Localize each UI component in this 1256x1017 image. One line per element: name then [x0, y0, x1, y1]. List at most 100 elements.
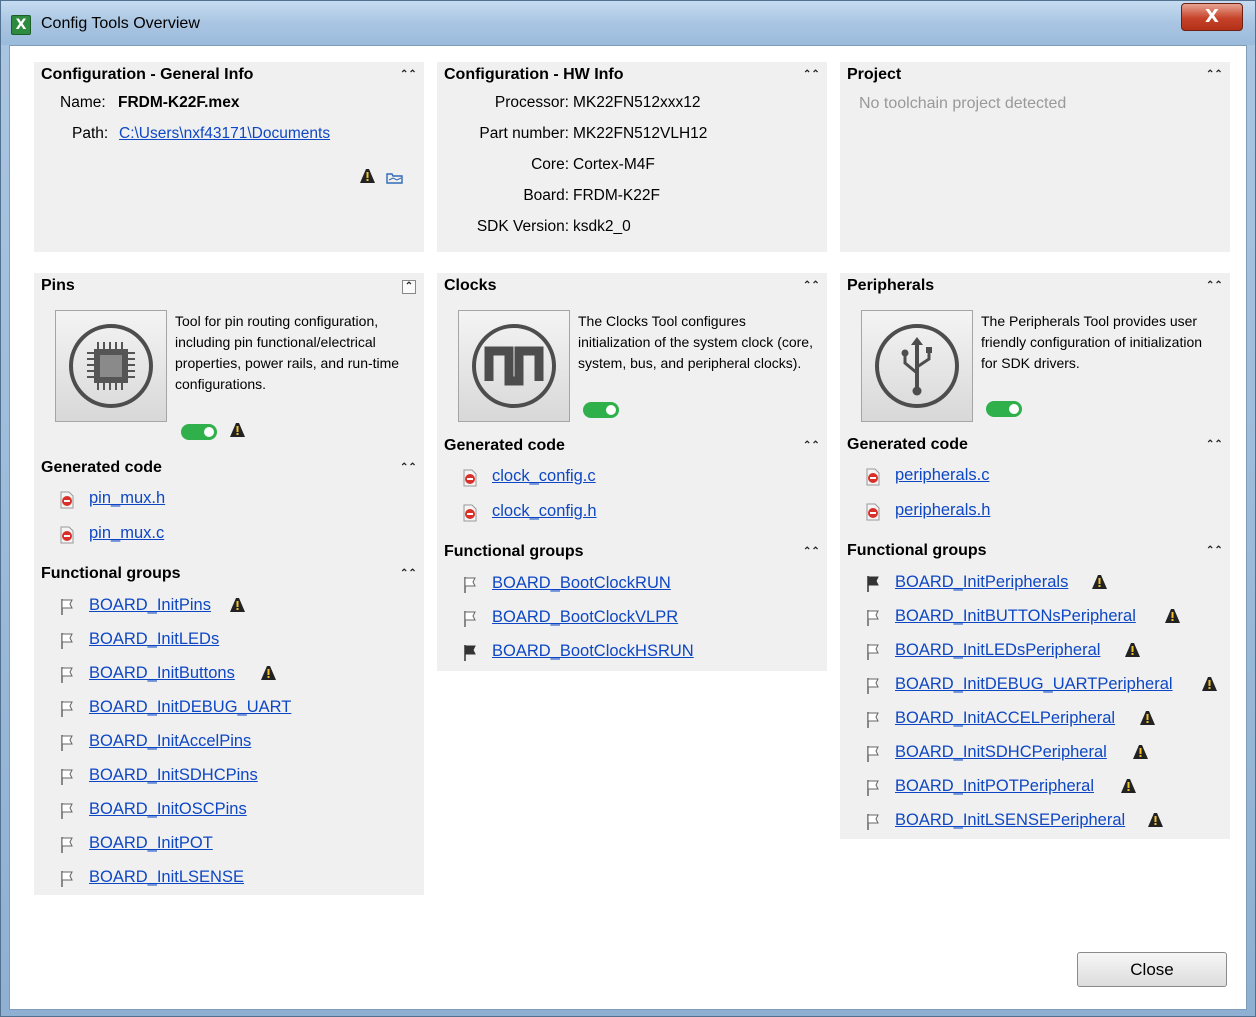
hw-info-panel: Configuration - HW Info ⌃⌃ Processor: MK2…	[437, 62, 827, 252]
file-link[interactable]: peripherals.c	[895, 466, 989, 485]
collapse-icon[interactable]: ⌃	[402, 280, 416, 294]
path-link[interactable]: C:\Users\nxf43171\Documents	[119, 125, 330, 143]
file-link[interactable]: pin_mux.c	[89, 524, 164, 543]
functional-group-link[interactable]: BOARD_InitAccelPins	[89, 732, 251, 751]
functional-group-link[interactable]: BOARD_InitPOT	[89, 834, 213, 853]
flag-icon[interactable]	[60, 632, 74, 650]
warning-icon[interactable]	[1199, 674, 1219, 694]
hw-info-row: Processor: MK22FN512xxx12	[437, 92, 827, 123]
general-info-title-text: Configuration - General Info	[41, 66, 254, 83]
file-link[interactable]: clock_config.c	[492, 467, 596, 486]
file-link[interactable]: peripherals.h	[895, 501, 990, 520]
project-title-text: Project	[847, 66, 902, 83]
warning-icon[interactable]	[258, 663, 278, 683]
project-panel: Project ⌃⌃ No toolchain project detected	[840, 62, 1230, 252]
hw-info-key: Board:	[523, 187, 569, 204]
warning-icon[interactable]	[1145, 810, 1165, 830]
window-close-button[interactable]: X	[1181, 3, 1243, 31]
warning-icon[interactable]	[1089, 572, 1109, 592]
project-title: Project ⌃⌃	[840, 62, 1230, 92]
warning-icon[interactable]	[1122, 640, 1142, 660]
collapse-icon[interactable]: ⌃⌃	[803, 546, 820, 560]
functional-group-link[interactable]: BOARD_InitButtons	[89, 664, 235, 683]
name-label: Name:	[60, 94, 106, 111]
peripherals-enable-toggle[interactable]	[986, 401, 1022, 417]
path-row: Path: C:\Users\nxf43171\Documents	[34, 123, 424, 154]
collapse-icon[interactable]: ⌃⌃	[400, 462, 417, 476]
project-status: No toolchain project detected	[859, 95, 1067, 112]
warning-icon[interactable]	[1130, 742, 1150, 762]
collapse-icon[interactable]: ⌃⌃	[400, 568, 417, 582]
hw-info-title-text: Configuration - HW Info	[444, 66, 624, 83]
functional-group-link[interactable]: BOARD_InitBUTTONsPeripheral	[895, 607, 1136, 626]
functional-group-link[interactable]: BOARD_InitOSCPins	[89, 800, 247, 819]
warning-icon[interactable]	[1118, 776, 1138, 796]
functional-group-link[interactable]: BOARD_InitDEBUG_UART	[89, 698, 291, 717]
functional-group-link[interactable]: BOARD_BootClockHSRUN	[492, 642, 694, 661]
flag-icon[interactable]	[866, 813, 880, 831]
functional-group-link[interactable]: BOARD_BootClockRUN	[492, 574, 671, 593]
pins-generated-code-title: Generated code ⌃⌃	[34, 455, 424, 483]
functional-group-link[interactable]: BOARD_BootClockVLPR	[492, 608, 678, 627]
warning-icon[interactable]	[227, 595, 247, 615]
flag-icon[interactable]	[866, 745, 880, 763]
collapse-icon[interactable]: ⌃⌃	[1206, 69, 1223, 83]
clocks-enable-toggle[interactable]	[583, 402, 619, 418]
collapse-icon[interactable]: ⌃⌃	[803, 69, 820, 83]
functional-group-link[interactable]: BOARD_InitLEDs	[89, 630, 219, 649]
functional-groups-label: Functional groups	[41, 565, 181, 582]
file-link[interactable]: pin_mux.h	[89, 489, 165, 508]
hw-info-value: MK22FN512xxx12	[573, 94, 701, 111]
flag-filled-icon[interactable]	[866, 575, 880, 593]
collapse-icon[interactable]: ⌃⌃	[400, 69, 417, 83]
flag-icon[interactable]	[60, 666, 74, 684]
flag-icon[interactable]	[866, 609, 880, 627]
generated-code-label: Generated code	[847, 436, 968, 453]
warning-icon[interactable]	[357, 166, 377, 186]
functional-group-link[interactable]: BOARD_InitPOTPeripheral	[895, 777, 1094, 796]
clocks-tool-button[interactable]	[458, 310, 570, 422]
warning-icon[interactable]	[1162, 606, 1182, 626]
warning-icon[interactable]	[227, 420, 247, 440]
generated-code-label: Generated code	[41, 459, 162, 476]
warning-icon[interactable]	[1137, 708, 1157, 728]
functional-group-link[interactable]: BOARD_InitPins	[89, 596, 211, 615]
peripherals-tool-button[interactable]	[861, 310, 973, 422]
collapse-icon[interactable]: ⌃⌃	[1206, 280, 1223, 294]
flag-icon[interactable]	[463, 610, 477, 628]
flag-icon[interactable]	[866, 779, 880, 797]
flag-icon[interactable]	[866, 711, 880, 729]
flag-icon[interactable]	[60, 598, 74, 616]
functional-group-link[interactable]: BOARD_InitSDHCPins	[89, 766, 258, 785]
functional-group-link[interactable]: BOARD_InitDEBUG_UARTPeripheral	[895, 675, 1173, 694]
flag-icon[interactable]	[60, 802, 74, 820]
flag-icon[interactable]	[60, 734, 74, 752]
close-button[interactable]: Close	[1077, 952, 1227, 987]
functional-group-link[interactable]: BOARD_InitSDHCPeripheral	[895, 743, 1107, 762]
window-title: Config Tools Overview	[41, 15, 200, 32]
open-folder-icon[interactable]	[385, 168, 405, 186]
flag-icon[interactable]	[60, 870, 74, 888]
functional-group-link[interactable]: BOARD_InitLSENSE	[89, 868, 244, 887]
functional-group-link[interactable]: BOARD_InitACCELPeripheral	[895, 709, 1115, 728]
collapse-icon[interactable]: ⌃⌃	[803, 280, 820, 294]
usb-icon	[875, 324, 959, 408]
file-link[interactable]: clock_config.h	[492, 502, 597, 521]
hw-info-row: Board: FRDM-K22F	[437, 185, 827, 216]
flag-icon[interactable]	[866, 677, 880, 695]
flag-icon[interactable]	[60, 768, 74, 786]
clocks-functional-groups-title: Functional groups ⌃⌃	[437, 539, 827, 567]
functional-group-link[interactable]: BOARD_InitLSENSEPeripheral	[895, 811, 1125, 830]
flag-icon[interactable]	[866, 643, 880, 661]
collapse-icon[interactable]: ⌃⌃	[1206, 545, 1223, 559]
pins-enable-toggle[interactable]	[181, 424, 217, 440]
functional-group-link[interactable]: BOARD_InitLEDsPeripheral	[895, 641, 1100, 660]
flag-icon[interactable]	[463, 576, 477, 594]
functional-group-link[interactable]: BOARD_InitPeripherals	[895, 573, 1068, 592]
flag-icon[interactable]	[60, 700, 74, 718]
flag-filled-icon[interactable]	[463, 644, 477, 662]
collapse-icon[interactable]: ⌃⌃	[1206, 439, 1223, 453]
pins-tool-button[interactable]	[55, 310, 167, 422]
flag-icon[interactable]	[60, 836, 74, 854]
collapse-icon[interactable]: ⌃⌃	[803, 440, 820, 454]
